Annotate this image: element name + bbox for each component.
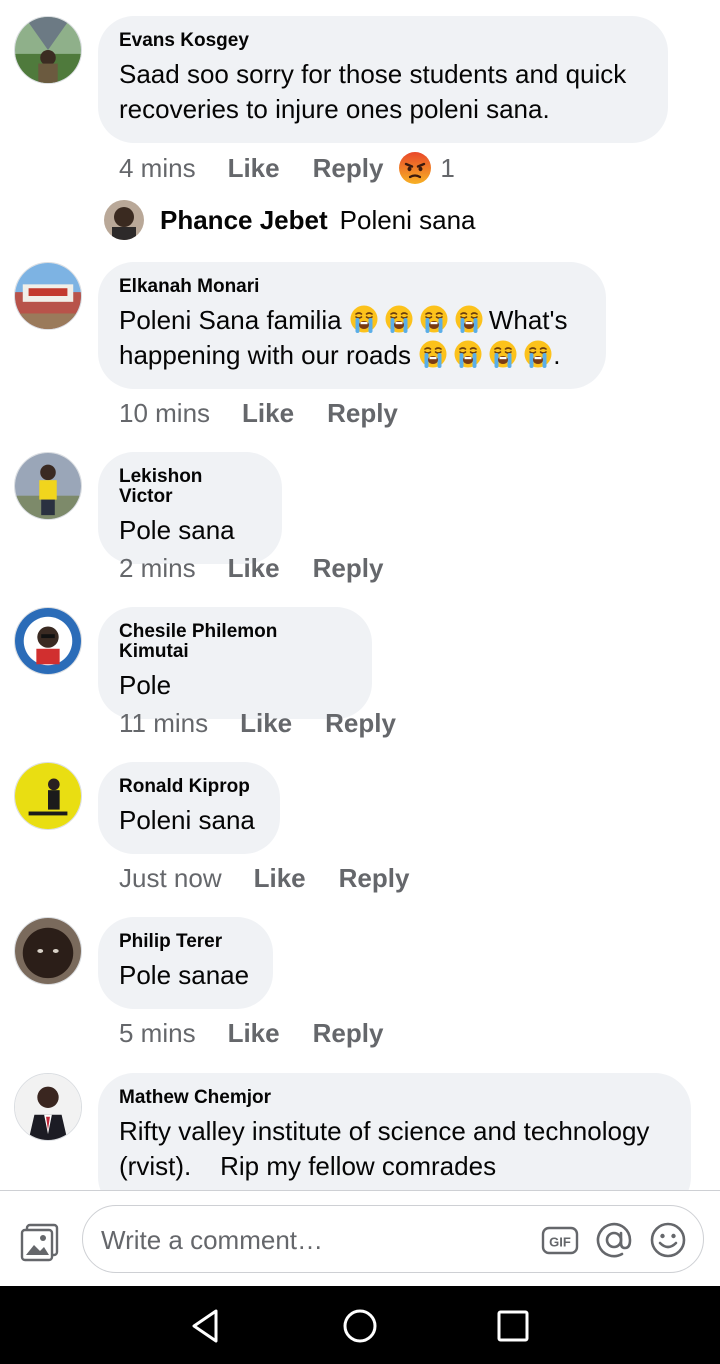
avatar[interactable] (104, 200, 144, 240)
comment-actions: 11 mins Like Reply (119, 706, 429, 740)
comment-text: Pole sana (119, 515, 235, 545)
emoji-icon[interactable] (649, 1221, 687, 1259)
reply-button[interactable]: Reply (313, 1018, 384, 1049)
reaction-count: 1 (440, 152, 455, 183)
comment-text: Poleni Sana familia What's happening wit… (119, 303, 584, 373)
comment-text: Rifty valley institute of science and te… (119, 1116, 650, 1181)
reply-preview[interactable]: Phance Jebet Poleni sana (104, 200, 476, 240)
comment-bubble[interactable]: Ronald Kiprop Poleni sana (98, 762, 280, 854)
comment-text: Pole (119, 670, 172, 700)
reply-button[interactable]: Reply (339, 863, 410, 894)
avatar[interactable] (14, 607, 82, 675)
reaction-summary[interactable]: 1 (398, 151, 455, 185)
gif-icon[interactable]: GIF (541, 1221, 579, 1259)
loudly-crying-face-emoji (524, 340, 552, 368)
comment-actions: 10 mins Like Reply (119, 396, 431, 430)
comment-author[interactable]: Evans Kosgey (119, 31, 646, 51)
reply-author[interactable]: Phance Jebet (160, 205, 328, 236)
comment-text-part: . (553, 340, 561, 370)
system-navigation-bar (0, 1286, 720, 1364)
comment-actions: Just now Like Reply (119, 861, 442, 895)
comment-input[interactable] (101, 1218, 521, 1262)
comment-timestamp[interactable]: 2 mins (119, 553, 196, 584)
comment-timestamp[interactable]: 10 mins (119, 398, 210, 429)
comment-timestamp[interactable]: 4 mins (119, 153, 196, 184)
svg-text:GIF: GIF (549, 1235, 571, 1250)
comment-timestamp[interactable]: 11 mins (119, 708, 208, 739)
loudly-crying-face-emoji (454, 340, 482, 368)
home-icon[interactable] (340, 1306, 380, 1346)
comment-composer: GIF (0, 1190, 720, 1286)
like-button[interactable]: Like (228, 153, 280, 184)
comment-text: Saad soo sorry for those students and qu… (119, 59, 627, 124)
comment-bubble[interactable]: Philip Terer Pole sanae (98, 917, 273, 1009)
avatar[interactable] (14, 762, 82, 830)
loudly-crying-face-emoji (455, 305, 483, 333)
loudly-crying-face-emoji (420, 305, 448, 333)
comment-author[interactable]: Elkanah Monari (119, 277, 584, 297)
comments-feed[interactable]: Evans Kosgey Saad soo sorry for those st… (0, 0, 720, 1190)
avatar[interactable] (14, 1073, 82, 1141)
like-button[interactable]: Like (240, 708, 292, 739)
comment-input-box[interactable]: GIF (82, 1205, 704, 1273)
comment-actions: 5 mins Like Reply (119, 1016, 416, 1050)
photo-icon[interactable] (18, 1219, 62, 1263)
avatar[interactable] (14, 917, 82, 985)
comment-author[interactable]: Ronald Kiprop (119, 777, 258, 797)
comment-text-part: Poleni Sana familia (119, 305, 342, 335)
comment-text-part: happening with our roads (119, 340, 411, 370)
recents-icon[interactable] (493, 1306, 533, 1346)
avatar[interactable] (14, 262, 82, 330)
comment-bubble[interactable]: Lekishon Victor Pole sana (98, 452, 282, 564)
emoji-run (349, 305, 489, 335)
emoji-run (418, 340, 558, 370)
like-button[interactable]: Like (242, 398, 294, 429)
comment-actions: 2 mins Like Reply (119, 551, 416, 585)
comment-text: Poleni sana (119, 805, 255, 835)
comment-bubble[interactable]: Elkanah Monari Poleni Sana familia What'… (98, 262, 606, 389)
comment-timestamp[interactable]: 5 mins (119, 1018, 196, 1049)
loudly-crying-face-emoji (489, 340, 517, 368)
reply-text: Poleni sana (339, 204, 476, 235)
comment-text: Pole sanae (119, 960, 250, 990)
comment-bubble[interactable]: Evans Kosgey Saad soo sorry for those st… (98, 16, 668, 143)
comment-text-part: What's (488, 305, 568, 335)
comment-author[interactable]: Chesile Philemon Kimutai (119, 622, 350, 662)
like-button[interactable]: Like (228, 1018, 280, 1049)
avatar[interactable] (14, 452, 82, 520)
mention-icon[interactable] (595, 1221, 633, 1259)
reply-button[interactable]: Reply (313, 553, 384, 584)
reply-button[interactable]: Reply (325, 708, 396, 739)
comment-author[interactable]: Lekishon Victor (119, 467, 260, 507)
reply-button[interactable]: Reply (313, 153, 384, 184)
reply-button[interactable]: Reply (327, 398, 398, 429)
comment-bubble[interactable]: Chesile Philemon Kimutai Pole (98, 607, 372, 719)
comment-author[interactable]: Philip Terer (119, 932, 251, 952)
like-button[interactable]: Like (228, 553, 280, 584)
comment-bubble[interactable]: Mathew Chemjor Rifty valley institute of… (98, 1073, 691, 1190)
like-button[interactable]: Like (254, 863, 306, 894)
loudly-crying-face-emoji (350, 305, 378, 333)
loudly-crying-face-emoji (419, 340, 447, 368)
comment-timestamp[interactable]: Just now (119, 863, 222, 894)
comment-actions: 4 mins Like Reply 1 (119, 151, 455, 185)
angry-reaction-icon (399, 152, 432, 184)
loudly-crying-face-emoji (385, 305, 413, 333)
avatar[interactable] (14, 16, 82, 84)
back-icon[interactable] (186, 1306, 226, 1346)
comment-author[interactable]: Mathew Chemjor (119, 1088, 669, 1108)
